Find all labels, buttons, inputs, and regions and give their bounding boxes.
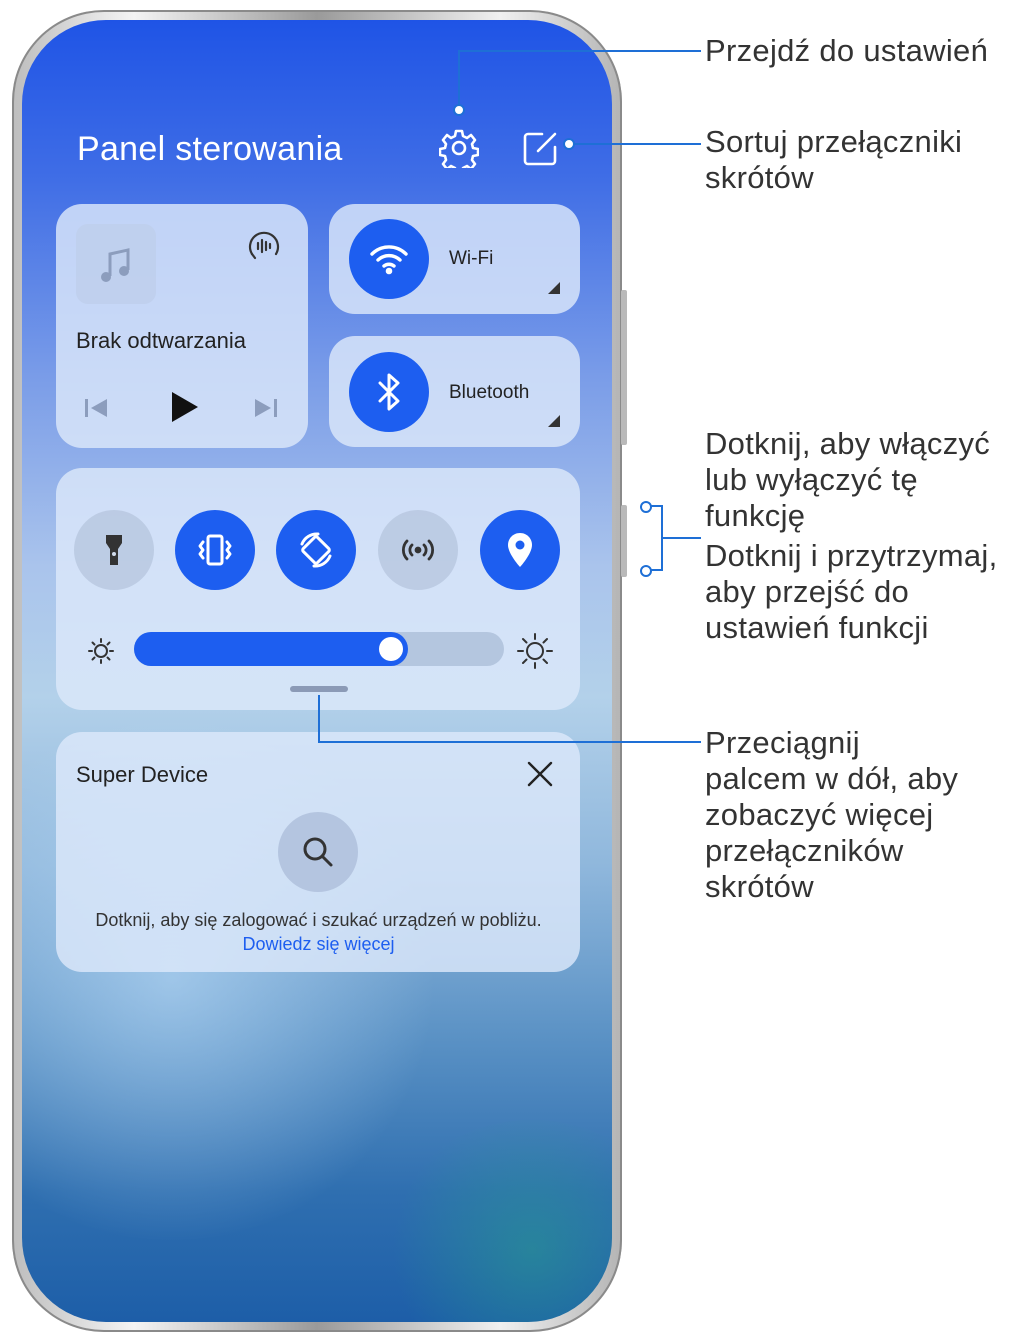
callout-swipe: Przeciągnij palcem w dół, aby zobaczyć w…: [705, 725, 958, 905]
leader-settings-horizontal: [458, 50, 701, 52]
audio-output-icon[interactable]: [246, 228, 282, 264]
panel-drag-handle[interactable]: [290, 686, 348, 692]
wifi-toggle[interactable]: [349, 219, 429, 299]
brightness-slider-thumb[interactable]: [379, 637, 403, 661]
nfc-icon: [402, 539, 434, 561]
leader-bracket-horizontal: [663, 537, 701, 539]
callout-toggle: Dotknij, aby włączyć lub wyłączyć tę fun…: [705, 426, 990, 534]
bluetooth-icon: [378, 373, 400, 411]
side-button-lower: [621, 505, 627, 577]
callout-swipe-line-2: palcem w dół, aby: [705, 761, 959, 796]
previous-icon[interactable]: [82, 394, 110, 422]
wifi-more-indicator: [548, 282, 560, 294]
leader-bracket-dot-bottom: [640, 565, 652, 577]
callout-hold-line-2: aby przejść do: [705, 574, 910, 609]
callout-swipe-line-3: zobaczyć więcej: [705, 797, 934, 832]
callout-sort-line-1: Sortuj przełączniki: [705, 124, 963, 159]
callout-swipe-line-5: skrótów: [705, 869, 814, 904]
callout-hold-line-3: ustawień funkcji: [705, 610, 929, 645]
leader-swipe-vertical: [318, 695, 320, 743]
brightness-low-icon: [86, 636, 116, 666]
wallpaper-glow-bottom: [382, 1120, 612, 1322]
callout-toggle-line-2: lub wyłączyć tę: [705, 462, 918, 497]
panel-title: Panel sterowania: [77, 130, 343, 168]
wifi-label: Wi-Fi: [449, 248, 494, 269]
location-toggle[interactable]: [480, 510, 560, 590]
super-device-description: Dotknij, aby się zalogować i szukać urzą…: [86, 908, 551, 956]
wifi-tile[interactable]: Wi-Fi: [329, 204, 580, 314]
gear-icon[interactable]: [438, 128, 480, 175]
close-icon[interactable]: [524, 758, 556, 790]
bluetooth-tile[interactable]: Bluetooth: [329, 336, 580, 447]
music-note-icon: [101, 248, 130, 282]
vibrate-toggle[interactable]: [175, 510, 255, 590]
callout-hold: Dotknij i przytrzymaj, aby przejść do us…: [705, 538, 998, 646]
leader-settings-vertical: [458, 50, 460, 108]
brightness-slider-fill: [134, 632, 408, 666]
callout-toggle-line-1: Dotknij, aby włączyć: [705, 426, 991, 461]
edit-icon[interactable]: [520, 129, 560, 169]
callout-settings: Przejdź do ustawień: [705, 33, 988, 69]
leader-bracket-dot-top: [640, 501, 652, 513]
super-device-description-text: Dotknij, aby się zalogować i szukać urzą…: [95, 910, 542, 930]
play-icon[interactable]: [168, 390, 200, 424]
brightness-high-icon: [516, 632, 554, 670]
super-device-search-button[interactable]: [278, 812, 358, 892]
auto-rotate-toggle[interactable]: [276, 510, 356, 590]
super-device-title: Super Device: [76, 762, 209, 787]
callout-sort-line-2: skrótów: [705, 160, 814, 195]
leader-settings-dot: [453, 104, 465, 116]
vibrate-icon: [198, 534, 232, 566]
learn-more-link[interactable]: Dowiedz się więcej: [242, 934, 394, 954]
leader-sort-horizontal: [572, 143, 701, 145]
callout-swipe-line-4: przełączników: [705, 833, 904, 868]
callout-hold-line-1: Dotknij i przytrzymaj,: [705, 538, 998, 573]
media-artwork: [76, 224, 156, 304]
callout-swipe-line-1: Przeciągnij: [705, 725, 860, 760]
wifi-icon: [370, 245, 408, 275]
location-icon: [508, 533, 532, 567]
search-icon: [303, 837, 333, 867]
super-device-card: Super Device Dotknij, aby się zalogować …: [56, 732, 580, 972]
bluetooth-label: Bluetooth: [449, 382, 530, 403]
nfc-toggle[interactable]: [378, 510, 458, 590]
callout-settings-line: Przejdź do ustawień: [705, 33, 989, 68]
media-status: Brak odtwarzania: [76, 328, 246, 353]
brightness-slider[interactable]: [134, 632, 504, 666]
bluetooth-more-indicator: [548, 415, 560, 427]
side-button-upper: [621, 290, 627, 445]
next-icon[interactable]: [252, 394, 280, 422]
callout-sort: Sortuj przełączniki skrótów: [705, 124, 962, 196]
flashlight-toggle[interactable]: [74, 510, 154, 590]
shortcut-switches-card: [56, 468, 580, 710]
leader-swipe-horizontal: [318, 741, 701, 743]
media-card[interactable]: Brak odtwarzania: [56, 204, 308, 448]
leader-sort-dot: [563, 138, 575, 150]
auto-rotate-icon: [300, 532, 332, 568]
phone-screen: Panel sterowania Brak odtwarzania Wi-Fi …: [22, 20, 612, 1322]
bluetooth-toggle[interactable]: [349, 352, 429, 432]
flashlight-icon: [106, 535, 122, 565]
callout-toggle-line-3: funkcję: [705, 498, 806, 533]
